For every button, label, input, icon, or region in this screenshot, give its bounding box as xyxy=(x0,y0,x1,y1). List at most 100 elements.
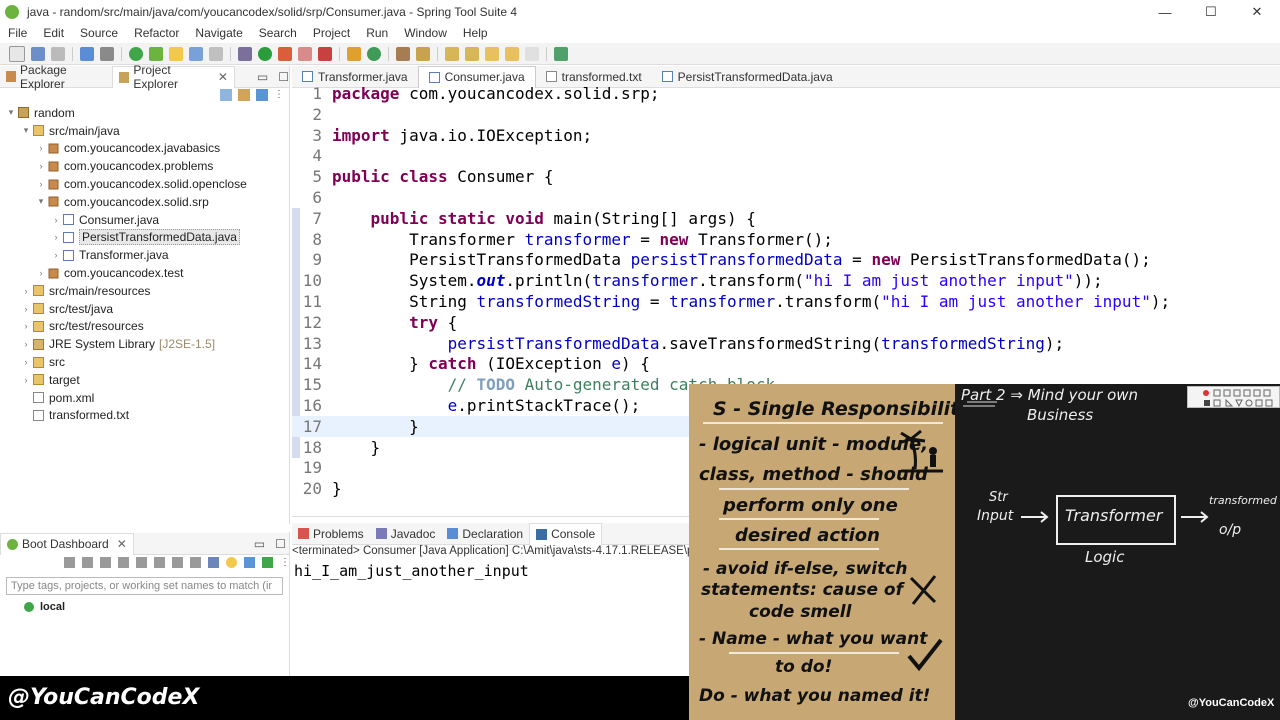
tab-problems[interactable]: Problems xyxy=(292,523,370,544)
code-line[interactable]: 6 xyxy=(292,187,1280,208)
code-line[interactable]: 9 PersistTransformedData persistTransfor… xyxy=(292,249,1280,270)
last-edit-icon[interactable] xyxy=(485,46,499,61)
drawing-tools-icon[interactable] xyxy=(1188,387,1280,409)
config-icon[interactable] xyxy=(172,557,183,568)
collapsed-arrow-icon[interactable]: › xyxy=(36,161,46,171)
expanded-arrow-icon[interactable]: ▾ xyxy=(6,107,16,118)
collapsed-arrow-icon[interactable]: › xyxy=(51,215,61,225)
minimize-view-icon[interactable]: ▭ xyxy=(257,70,268,84)
open-console-icon[interactable] xyxy=(154,557,165,568)
next-annotation-icon[interactable] xyxy=(445,46,459,61)
maximize-view-icon[interactable]: ☐ xyxy=(275,537,286,551)
pin-editor-icon[interactable] xyxy=(554,46,568,61)
tree-item[interactable]: ▾ com.youcancodex.solid.srp xyxy=(0,193,289,211)
tab-javadoc[interactable]: Javadoc xyxy=(370,523,442,544)
tree-item[interactable]: ▾ random xyxy=(0,104,289,122)
tree-item[interactable]: ▾ src/main/java xyxy=(0,122,289,140)
boot-local-target[interactable]: local xyxy=(24,601,65,613)
collapse-all-icon[interactable] xyxy=(220,89,232,101)
tree-item[interactable]: › JRE System Library [J2SE-1.5] xyxy=(0,335,289,353)
tab-declaration[interactable]: Declaration xyxy=(441,523,529,544)
tree-item[interactable]: › target xyxy=(0,371,289,389)
collapsed-arrow-icon[interactable]: › xyxy=(21,321,31,331)
code-line[interactable]: 1 package com.youcancodex.solid.srp; xyxy=(292,83,1280,104)
open-browser-icon[interactable] xyxy=(136,557,147,568)
terminal-icon[interactable] xyxy=(80,46,94,61)
bulb-icon[interactable] xyxy=(226,557,237,568)
tree-item[interactable]: › com.youcancodex.solid.openclose xyxy=(0,175,289,193)
search-icon[interactable] xyxy=(416,46,430,61)
tab-project-explorer[interactable]: Project Explorer ✕ xyxy=(112,63,235,91)
tab-console[interactable]: Console xyxy=(529,522,603,545)
code-line[interactable]: 13 persistTransformedData.saveTransforme… xyxy=(292,333,1280,354)
debug-icon[interactable] xyxy=(238,46,252,61)
code-line[interactable]: 10 System.out.println(transformer.transf… xyxy=(292,270,1280,291)
tree-item[interactable]: › com.youcancodex.javabasics xyxy=(0,140,289,158)
code-line[interactable]: 2 xyxy=(292,104,1280,125)
open-task-icon[interactable] xyxy=(396,46,410,61)
menu-search[interactable]: Search xyxy=(251,26,305,40)
collapsed-arrow-icon[interactable]: › xyxy=(21,339,31,349)
run-icon[interactable] xyxy=(258,46,272,61)
save-icon[interactable] xyxy=(31,46,45,61)
minimize-button[interactable]: — xyxy=(1142,0,1188,24)
link-editor-icon[interactable] xyxy=(238,89,250,101)
stop-icon[interactable] xyxy=(298,46,312,61)
tree-item[interactable]: transformed.txt xyxy=(0,407,289,425)
spring-relaunch-icon[interactable] xyxy=(149,46,163,61)
maximize-button[interactable]: ☐ xyxy=(1188,0,1234,24)
expanded-arrow-icon[interactable]: ▾ xyxy=(21,125,31,136)
tree-item[interactable]: › src xyxy=(0,353,289,371)
grid-icon[interactable] xyxy=(208,557,219,568)
filter-icon[interactable] xyxy=(256,89,268,101)
maximize-view-icon[interactable]: ☐ xyxy=(278,70,289,84)
tree-item[interactable]: › src/test/resources xyxy=(0,318,289,336)
collapsed-arrow-icon[interactable]: › xyxy=(36,179,46,189)
collapsed-arrow-icon[interactable]: › xyxy=(21,286,31,296)
collapsed-arrow-icon[interactable]: › xyxy=(36,268,46,278)
expanded-arrow-icon[interactable]: ▾ xyxy=(36,196,46,207)
minimize-view-icon[interactable]: ▭ xyxy=(254,537,265,551)
tree-item[interactable]: › PersistTransformedData.java xyxy=(0,229,289,247)
spring-boot-icon[interactable] xyxy=(129,46,143,61)
tree-item[interactable]: › com.youcancodex.problems xyxy=(0,157,289,175)
close-button[interactable]: ✕ xyxy=(1234,0,1280,24)
toggle-mark-icon[interactable] xyxy=(100,46,114,61)
tree-item[interactable]: › Transformer.java xyxy=(0,246,289,264)
previous-annotation-icon[interactable] xyxy=(465,46,479,61)
code-line[interactable]: 11 String transformedString = transforme… xyxy=(292,291,1280,312)
menu-run[interactable]: Run xyxy=(358,26,396,40)
code-line[interactable]: 14 } catch (IOException e) { xyxy=(292,353,1280,374)
tree-item[interactable]: › src/test/java xyxy=(0,300,289,318)
menu-project[interactable]: Project xyxy=(305,26,358,40)
tree-item[interactable]: › com.youcancodex.test xyxy=(0,264,289,282)
menu-navigate[interactable]: Navigate xyxy=(187,26,250,40)
code-line[interactable]: 3 import java.io.IOException; xyxy=(292,125,1280,146)
external-tools-icon[interactable] xyxy=(318,46,332,61)
menu-source[interactable]: Source xyxy=(72,26,126,40)
tab-package-explorer[interactable]: Package Explorer xyxy=(0,63,112,91)
view-menu-icon[interactable]: ⋮ xyxy=(274,89,284,101)
stop-icon[interactable] xyxy=(100,557,111,568)
boot-filter-input[interactable]: Type tags, projects, or working set name… xyxy=(6,577,283,595)
new-icon[interactable] xyxy=(9,45,25,62)
collapsed-arrow-icon[interactable]: › xyxy=(51,232,61,242)
start-icon[interactable] xyxy=(82,557,93,568)
add-icon[interactable] xyxy=(262,557,273,568)
new-java-class-icon[interactable] xyxy=(367,46,381,61)
code-line[interactable]: 12 try { xyxy=(292,312,1280,333)
close-tab-icon[interactable]: ✕ xyxy=(117,537,127,551)
save-all-icon[interactable] xyxy=(51,46,65,61)
collapsed-arrow-icon[interactable]: › xyxy=(21,375,31,385)
menu-file[interactable]: File xyxy=(0,26,35,40)
open-type-icon[interactable] xyxy=(347,46,361,61)
collapsed-arrow-icon[interactable]: › xyxy=(21,304,31,314)
collapsed-arrow-icon[interactable]: › xyxy=(36,143,46,153)
whitespace-icon[interactable] xyxy=(209,46,223,61)
tab-boot-dashboard[interactable]: Boot Dashboard ✕ xyxy=(0,532,134,555)
menu-edit[interactable]: Edit xyxy=(35,26,72,40)
code-line[interactable]: 8 Transformer transformer = new Transfor… xyxy=(292,229,1280,250)
code-line[interactable]: 4 xyxy=(292,145,1280,166)
menu-help[interactable]: Help xyxy=(455,26,496,40)
collapsed-arrow-icon[interactable]: › xyxy=(51,250,61,260)
